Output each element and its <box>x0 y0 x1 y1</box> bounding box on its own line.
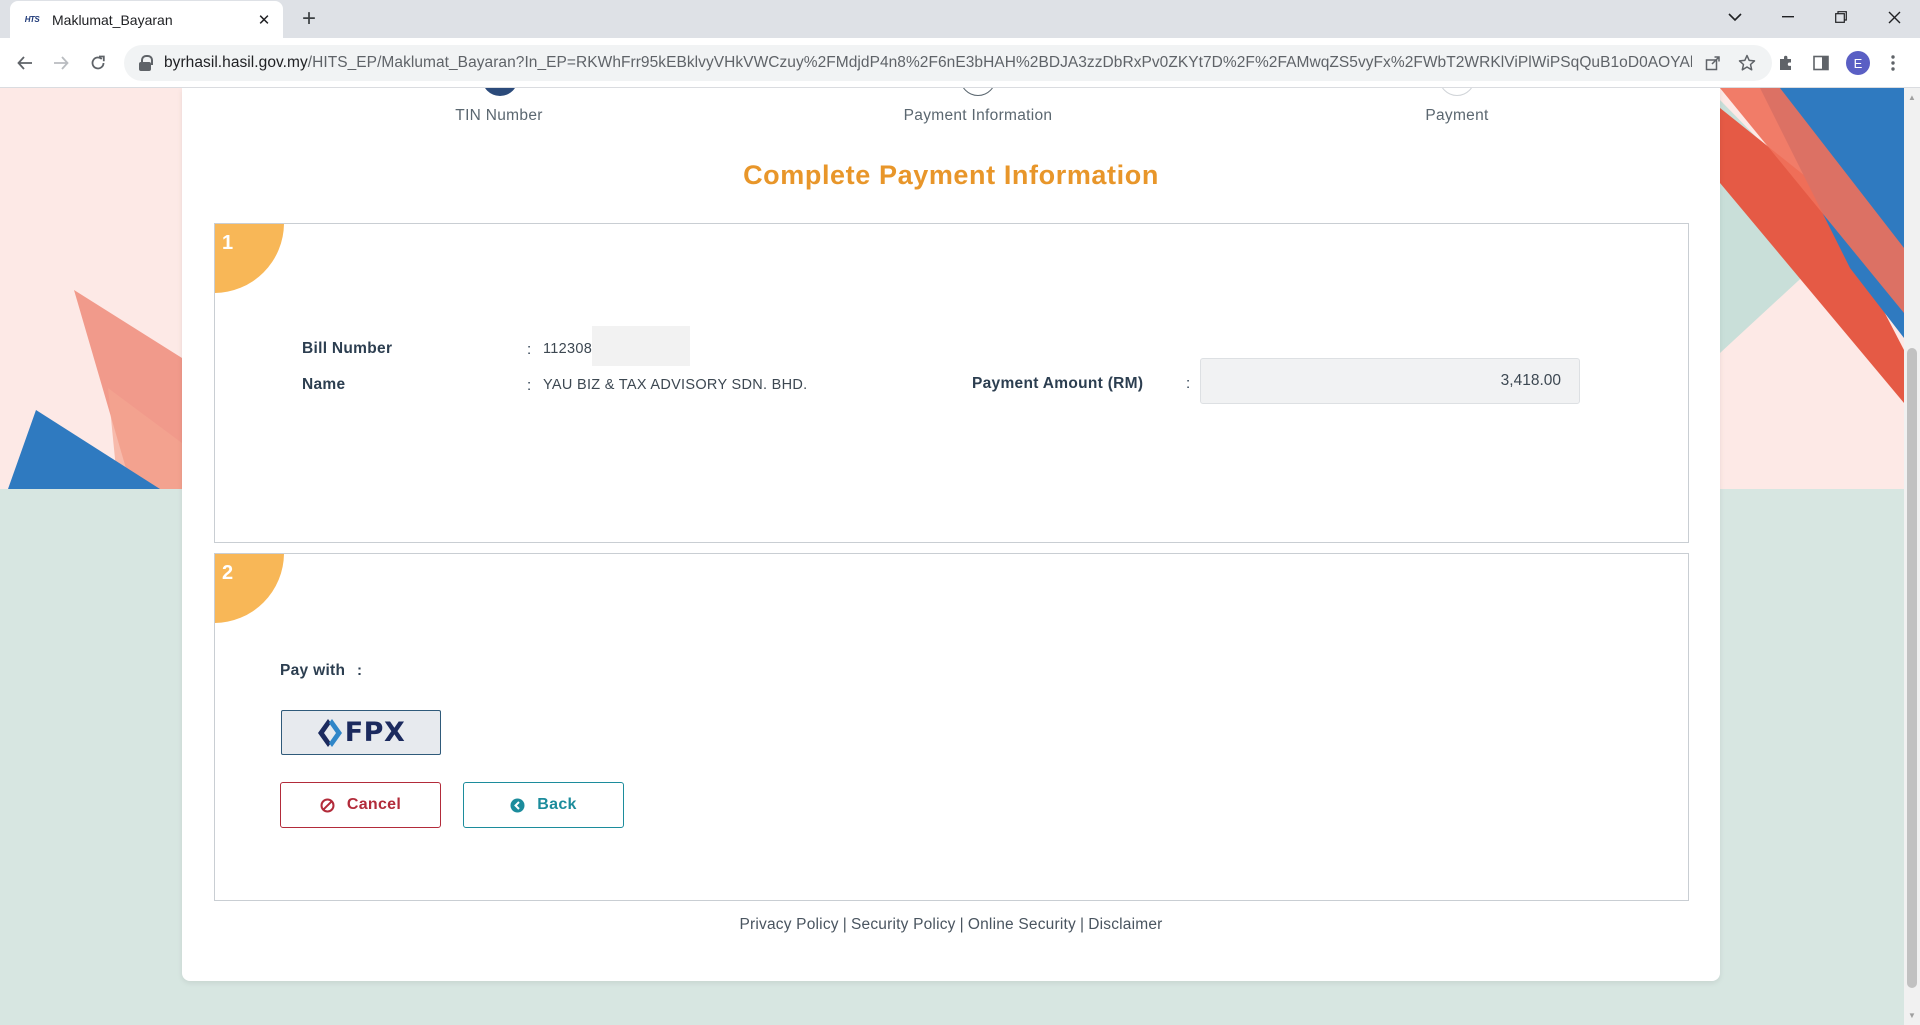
address-bar[interactable]: byrhasil.hasil.gov.my/HITS_EP/Maklumat_B… <box>124 45 1772 81</box>
share-icon[interactable] <box>1700 50 1726 76</box>
footer-separator: | <box>1079 916 1085 933</box>
payment-card: TIN Number Payment Information Payment C… <box>182 88 1720 981</box>
restore-icon[interactable] <box>1821 2 1861 32</box>
profile-avatar[interactable]: E <box>1846 51 1870 75</box>
step-pending-circle <box>1439 88 1475 96</box>
scrollbar-thumb[interactable] <box>1907 348 1917 988</box>
footer-links: Privacy Policy | Security Policy | Online Se… <box>182 916 1720 934</box>
back-button[interactable]: Back <box>463 782 624 828</box>
pay-with-label: Pay with <box>280 662 346 679</box>
colon: : <box>527 341 532 358</box>
fpx-payment-button[interactable]: FPX <box>281 710 441 755</box>
progress-stepper: TIN Number Payment Information Payment <box>182 88 1720 148</box>
back-button-label: Back <box>537 796 577 813</box>
redacted-block <box>592 326 690 366</box>
section-number-badge: 1 <box>215 224 284 293</box>
step-completed-circle <box>482 88 518 96</box>
lock-icon[interactable] <box>138 55 153 71</box>
minimize-icon[interactable] <box>1768 2 1808 32</box>
bill-number-value: 112308 <box>543 341 593 357</box>
browser-tab[interactable]: HTS Maklumat_Bayaran ✕ <box>10 1 283 38</box>
page-scrollbar[interactable]: ▲ ▼ <box>1904 88 1920 1025</box>
bookmark-star-icon[interactable] <box>1734 50 1760 76</box>
step-label-tin-number: TIN Number <box>455 107 543 124</box>
payment-amount-field: 3,418.00 <box>1200 358 1580 404</box>
circle-chevron-left-icon <box>510 798 525 813</box>
step-label-payment-information: Payment Information <box>903 107 1053 124</box>
page-viewport: TIN Number Payment Information Payment C… <box>0 88 1904 1025</box>
privacy-policy-link[interactable]: Privacy Policy <box>739 916 838 933</box>
tab-title: Maklumat_Bayaran <box>52 11 173 28</box>
url-text[interactable]: byrhasil.hasil.gov.my/HITS_EP/Maklumat_B… <box>164 54 1692 72</box>
step-current-circle <box>960 88 996 96</box>
footer-separator: | <box>959 916 964 933</box>
browser-tab-bar: HTS Maklumat_Bayaran ✕ + <box>0 0 1920 38</box>
browser-menu-kebab-icon[interactable] <box>1880 50 1906 76</box>
fpx-diamond-icon <box>317 718 342 747</box>
security-policy-link[interactable]: Security Policy <box>851 916 956 933</box>
online-security-link[interactable]: Online Security <box>968 916 1076 933</box>
close-tab-icon[interactable]: ✕ <box>255 11 273 29</box>
site-favicon-icon: HTS <box>24 15 40 24</box>
page-title: Complete Payment Information <box>743 160 1159 190</box>
step-label-payment: Payment <box>1425 107 1489 124</box>
colon: : <box>527 377 532 394</box>
colon: : <box>1186 375 1191 392</box>
extensions-puzzle-icon[interactable] <box>1772 50 1798 76</box>
disclaimer-link[interactable]: Disclaimer <box>1088 916 1162 933</box>
reload-icon[interactable] <box>84 49 112 77</box>
cancel-button[interactable]: Cancel <box>280 782 441 828</box>
payment-method-section: 2 Pay with : FPX Cancel Back <box>214 553 1689 901</box>
bill-details-section: 1 Bill Number : 112308 Name : YAU BIZ & … <box>214 223 1689 543</box>
side-panel-icon[interactable] <box>1808 50 1834 76</box>
forward-arrow-icon[interactable] <box>47 49 75 77</box>
scroll-up-arrow-icon[interactable]: ▲ <box>1907 92 1917 102</box>
name-value: YAU BIZ & TAX ADVISORY SDN. BHD. <box>543 377 808 393</box>
colon: : <box>357 662 362 679</box>
prohibited-icon <box>320 798 335 813</box>
section-number-badge: 2 <box>215 554 284 623</box>
browser-toolbar: byrhasil.hasil.gov.my/HITS_EP/Maklumat_B… <box>0 38 1920 88</box>
tab-search-chevron-icon[interactable] <box>1715 2 1755 32</box>
cancel-button-label: Cancel <box>346 796 402 813</box>
back-arrow-icon[interactable] <box>11 49 39 77</box>
new-tab-plus-icon[interactable]: + <box>296 5 322 32</box>
bill-number-label: Bill Number <box>302 340 393 357</box>
scroll-down-arrow-icon[interactable]: ▼ <box>1907 1010 1917 1020</box>
payment-amount-label: Payment Amount (RM) <box>972 375 1144 392</box>
close-window-icon[interactable] <box>1874 2 1914 32</box>
name-label: Name <box>302 376 346 393</box>
footer-separator: | <box>842 916 847 933</box>
fpx-logo: FPX <box>317 717 406 748</box>
